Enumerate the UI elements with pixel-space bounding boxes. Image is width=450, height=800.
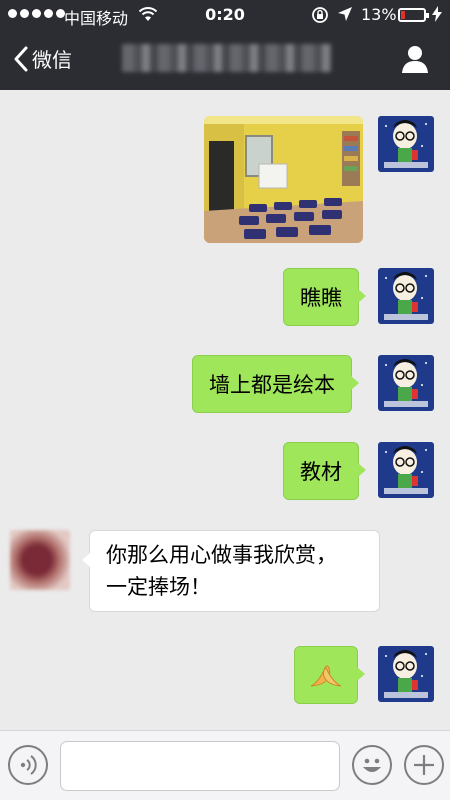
my-message-bubble[interactable]: 瞧瞧 [283,268,366,326]
chat-title-obscured [122,44,332,72]
message-input[interactable] [60,741,340,791]
rotation-lock-icon [312,7,328,23]
contact-message-bubble[interactable]: 你那么用心做事我欣赏， 一定捧场！ [82,530,380,612]
plus-icon [414,755,434,775]
my-avatar[interactable] [378,116,434,172]
status-bar: 中国移动 0:20 13% [0,0,450,30]
message-line: 你那么用心做事我欣赏， [106,543,337,567]
charging-bolt-icon [432,6,442,22]
cartoon-avatar-icon [378,442,434,498]
back-button[interactable]: 微信 [12,44,72,73]
message-image[interactable] [204,116,363,243]
top-bar: 中国移动 0:20 13% 微信 [0,0,450,90]
input-bar [0,730,450,800]
voice-icon [20,755,37,775]
message-text: 瞧瞧 [300,286,342,310]
battery-percent: 13% [361,5,397,24]
message-text: 你那么用心做事我欣赏， 一定捧场！ [106,539,337,603]
cartoon-avatar-icon [378,268,434,324]
my-avatar[interactable] [378,442,434,498]
cartoon-avatar-icon [378,116,434,172]
person-icon[interactable] [400,44,430,74]
message-text: 教材 [300,460,342,484]
chevron-left-icon [14,46,28,71]
cartoon-avatar-icon [378,646,434,702]
message-line: 一定捧场！ [106,575,211,599]
clasped-hands-icon [310,665,342,687]
my-message-bubble[interactable]: 教材 [283,442,366,500]
contact-avatar[interactable] [10,530,70,590]
cartoon-avatar-icon [378,355,434,411]
classroom-photo-icon [204,116,363,243]
back-label: 微信 [32,48,72,72]
voice-button[interactable] [8,745,48,785]
emoji-button[interactable] [352,745,392,785]
battery-icon [398,8,429,22]
my-avatar[interactable] [378,268,434,324]
navigation-bar: 微信 [0,30,450,90]
my-avatar[interactable] [378,355,434,411]
my-message-bubble[interactable] [294,646,365,704]
smiley-icon [363,758,381,772]
location-arrow-icon [338,7,352,21]
my-avatar[interactable] [378,646,434,702]
my-message-bubble[interactable]: 墙上都是绘本 [192,355,359,413]
message-text: 墙上都是绘本 [209,373,335,397]
chat-area[interactable]: 瞧瞧 墙上都是绘本 教材 你那么用心做事我欣赏， 一定捧场！ [0,90,450,730]
add-button[interactable] [404,745,444,785]
